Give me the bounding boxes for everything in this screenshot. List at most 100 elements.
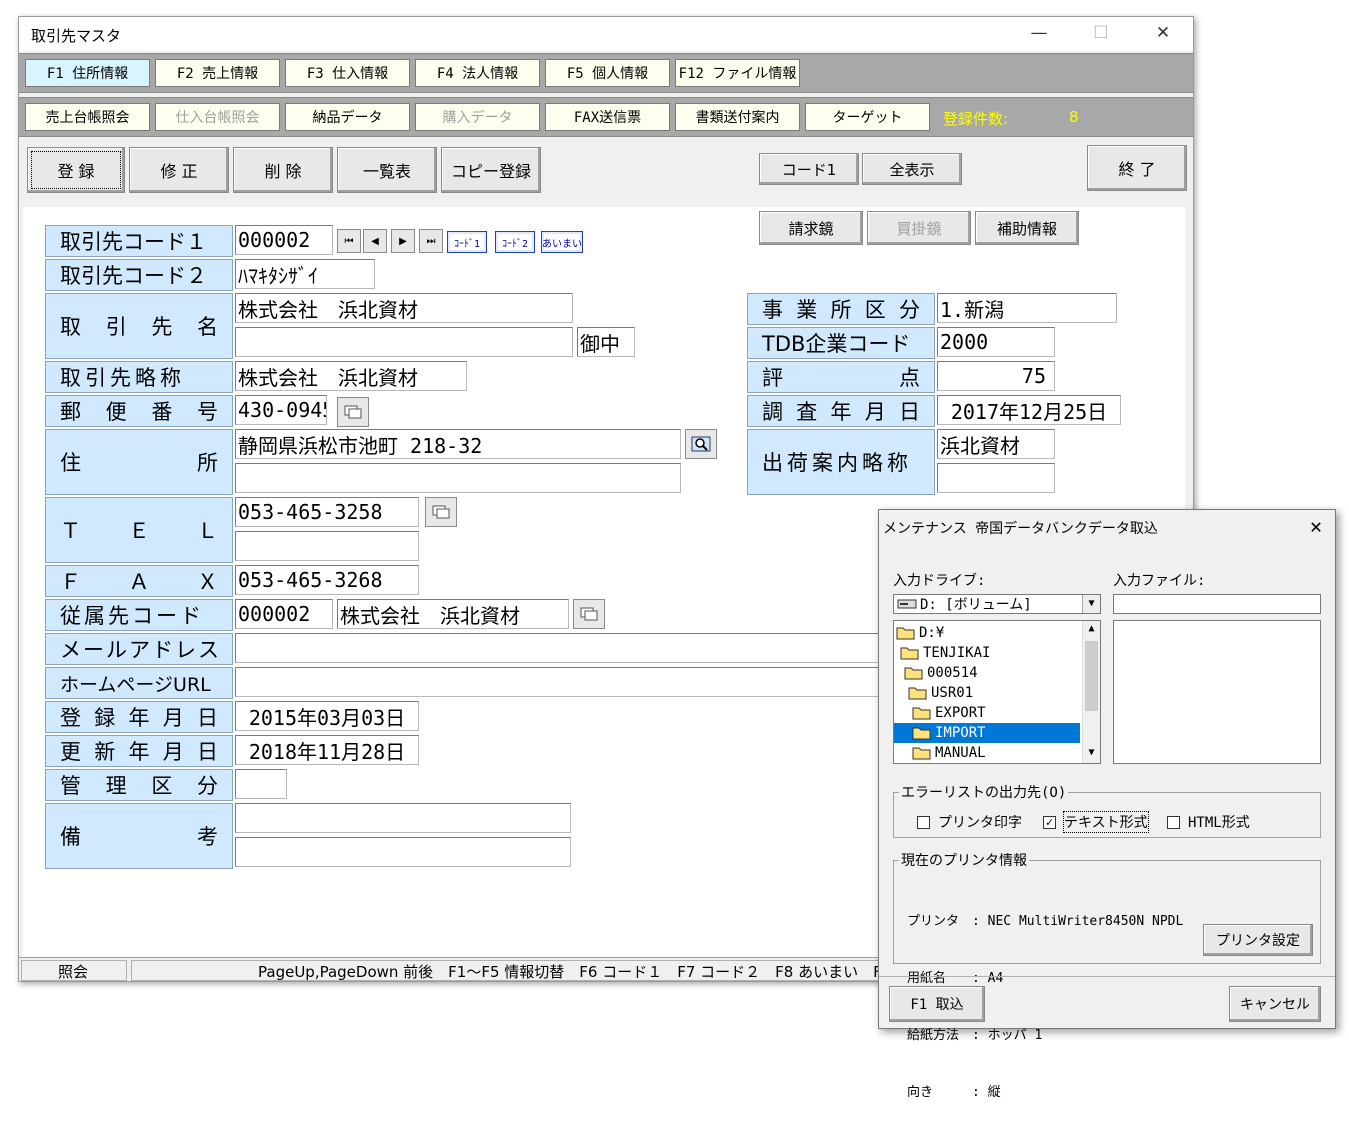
aux-info-button[interactable]: 補助情報 [975, 211, 1079, 245]
html-output-option[interactable]: HTML形式 [1167, 812, 1250, 832]
import-button[interactable]: F1 取込 [889, 986, 985, 1022]
upd-date-field[interactable]: 2018年11月28日 [235, 735, 419, 765]
code1-field[interactable]: 000002 [235, 225, 333, 255]
file-input[interactable] [1113, 594, 1321, 614]
parent-lookup-icon[interactable] [573, 599, 605, 629]
address2-field[interactable] [235, 463, 681, 493]
mgmt-label-char: 分 [196, 774, 218, 798]
file-list[interactable] [1113, 620, 1321, 764]
folder-item-selected[interactable]: IMPORT [894, 723, 1080, 743]
drive-select[interactable]: D: [ボリューム] ▼ [893, 594, 1101, 614]
tab-personal-info[interactable]: F5 個人情報 [545, 59, 670, 87]
parent-code-field[interactable]: 000002 [235, 599, 333, 629]
short-name-field[interactable]: 株式会社 浜北資材 [235, 361, 467, 391]
exit-button[interactable]: 終 了 [1087, 145, 1187, 191]
notes1-field[interactable] [235, 803, 571, 833]
folder-item[interactable]: MANUAL [894, 743, 1080, 763]
score-field[interactable]: 75 [937, 361, 1055, 391]
tab-file-info[interactable]: F12 ファイル情報 [675, 59, 800, 87]
chevron-down-icon[interactable]: ▼ [1082, 595, 1100, 613]
code2-field[interactable]: ﾊﾏｷﾀｼｻﾞｲ [235, 259, 375, 289]
checkbox[interactable] [917, 815, 930, 829]
ship-short1-field[interactable]: 浜北資材 [937, 429, 1055, 459]
scroll-down-icon[interactable]: ▼ [1083, 747, 1100, 761]
fuzzy-search-button[interactable]: あいまい [541, 231, 583, 253]
document-guide-button[interactable]: 書類送付案内 [675, 103, 800, 131]
fax-field[interactable]: 053-465-3268 [235, 565, 419, 595]
purchase-data-button[interactable]: 購入データ [415, 103, 540, 131]
invoice-cover-button[interactable]: 請求鏡 [759, 211, 863, 245]
purchase-ledger-button[interactable]: 仕入台帳照会 [155, 103, 280, 131]
tel1-field[interactable]: 053-465-3258 [235, 497, 419, 527]
printer-settings-button[interactable]: プリンタ設定 [1203, 924, 1313, 956]
checkbox[interactable] [1167, 815, 1180, 829]
last-record-icon[interactable]: ⏭ [419, 229, 443, 253]
notes2-field[interactable] [235, 837, 571, 867]
open-folder-icon [896, 627, 915, 640]
folder-item[interactable]: USR01 [894, 683, 1080, 703]
reg-date-field[interactable]: 2015年03月03日 [235, 701, 419, 731]
scroll-up-icon[interactable]: ▲ [1083, 623, 1100, 637]
maximize-icon[interactable]: ☐ [1089, 23, 1113, 45]
office-field[interactable]: 1.新潟 [937, 293, 1117, 323]
folder-item[interactable]: D:¥ [894, 623, 1080, 643]
modify-button[interactable]: 修 正 [129, 147, 229, 193]
name1-field[interactable]: 株式会社 浜北資材 [235, 293, 573, 323]
close-icon[interactable]: ✕ [1151, 23, 1175, 45]
zip-field[interactable]: 430-0945 [235, 395, 327, 425]
survey-date-field[interactable]: 2017年12月25日 [937, 395, 1121, 425]
zip-label: 郵 便 番 号 [45, 395, 233, 427]
email-field[interactable] [235, 633, 895, 663]
printer-info-line: 向き : 縦 [907, 1085, 1001, 1100]
map-search-icon[interactable] [685, 429, 717, 459]
folder-scrollbar[interactable]: ▲ ▼ [1082, 621, 1100, 763]
notes-label-char: 備 [60, 825, 81, 849]
tab-corporate-info[interactable]: F4 法人情報 [415, 59, 540, 87]
show-all-button[interactable]: 全表示 [862, 153, 962, 185]
printer-output-option[interactable]: プリンタ印字 [917, 812, 1022, 832]
parent-name-field[interactable]: 株式会社 浜北資材 [337, 599, 569, 629]
first-record-icon[interactable]: ⏮ [337, 229, 361, 253]
tab-address-info[interactable]: F1 住所情報 [25, 59, 150, 87]
tel2-field[interactable] [235, 531, 419, 561]
delete-button[interactable]: 削 除 [233, 147, 333, 193]
folder-item[interactable]: TENJIKAI [894, 643, 1080, 663]
sales-ledger-button[interactable]: 売上台帳照会 [25, 103, 150, 131]
minimize-icon[interactable]: — [1027, 23, 1051, 45]
prev-record-icon[interactable]: ◀ [363, 229, 387, 253]
mgmt-field[interactable] [235, 769, 287, 799]
folder-item[interactable]: EXPORT [894, 703, 1080, 723]
code1-button[interactable]: コード1 [759, 153, 859, 185]
tel-lookup-icon[interactable] [425, 497, 457, 527]
tab-sales-info[interactable]: F2 売上情報 [155, 59, 280, 87]
copy-register-button[interactable]: コピー登録 [441, 147, 541, 193]
delivery-data-button[interactable]: 納品データ [285, 103, 410, 131]
address1-field[interactable]: 静岡県浜松市池町 218-32 [235, 429, 681, 459]
target-button[interactable]: ターゲット [805, 103, 930, 131]
name2-field[interactable] [235, 327, 573, 357]
scroll-thumb[interactable] [1085, 641, 1098, 711]
search-code2-button[interactable]: ｺｰﾄﾞ2 [495, 231, 535, 253]
honorific-field[interactable]: 御中 [577, 327, 635, 357]
folder-item[interactable]: 000514 [894, 663, 1080, 683]
folder-name: MANUAL [935, 745, 986, 761]
fax-sheet-button[interactable]: FAX送信票 [545, 103, 670, 131]
tdb-code-field[interactable]: 2000 [937, 327, 1055, 357]
cancel-button[interactable]: キャンセル [1229, 986, 1321, 1022]
tab-purchase-info[interactable]: F3 仕入情報 [285, 59, 410, 87]
register-button[interactable]: 登 録 [27, 147, 125, 193]
search-code1-button[interactable]: ｺｰﾄﾞ1 [447, 231, 487, 253]
survey-date-label-char: 月 [864, 400, 886, 424]
next-record-icon[interactable]: ▶ [391, 229, 415, 253]
parent-code-label: 従属先コード [45, 599, 233, 631]
reg-date-label-char: 年 [128, 706, 150, 730]
checkbox-checked[interactable]: ✓ [1043, 815, 1056, 829]
payable-cover-button[interactable]: 買掛鏡 [867, 211, 971, 245]
folder-list[interactable]: D:¥ TENJIKAI 000514 USR01 EXPORT IMPORT … [893, 620, 1101, 764]
homepage-field[interactable] [235, 667, 895, 697]
text-output-option[interactable]: ✓ テキスト形式 [1043, 811, 1149, 833]
dialog-close-icon[interactable]: ✕ [1305, 514, 1327, 538]
ship-short2-field[interactable] [937, 463, 1055, 493]
list-button[interactable]: 一覧表 [337, 147, 437, 193]
zip-lookup-icon[interactable] [337, 397, 369, 427]
